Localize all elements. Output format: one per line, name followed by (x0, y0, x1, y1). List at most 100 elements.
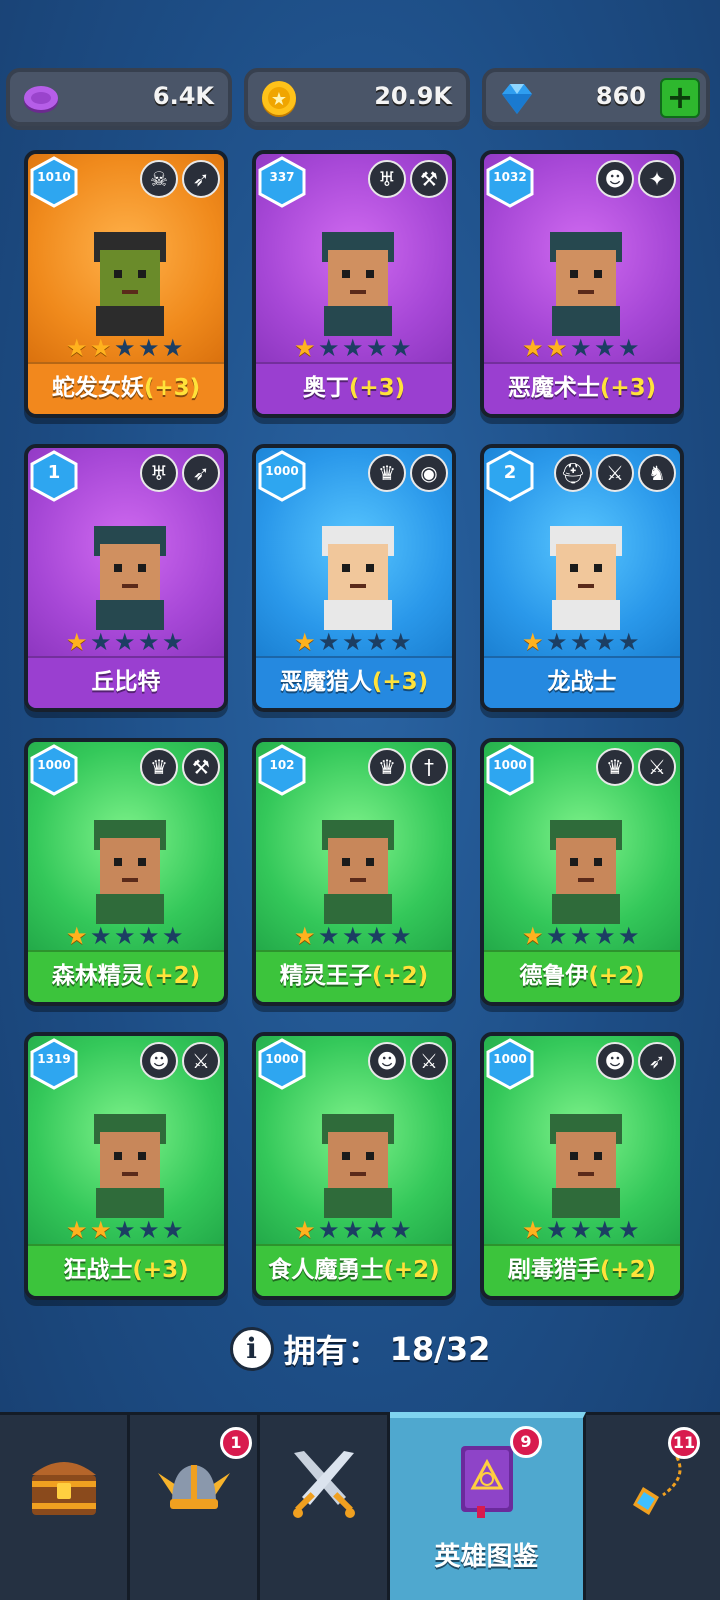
star-empty-icon: ★ (390, 922, 412, 950)
nav-battle[interactable] (260, 1415, 390, 1600)
star-empty-icon: ★ (570, 922, 592, 950)
star-empty-icon: ★ (138, 1216, 160, 1244)
hero-stars: ★ ★ ★ ★ ★ (66, 630, 186, 656)
hero-level: 1000 (265, 1052, 299, 1066)
hero-stars: ★ ★ ★ ★ ★ (66, 924, 186, 950)
hero-card[interactable]: 2 ⛑ ⚔ ♞ ★ ★ ★ ★ ★ 龙战士 (480, 444, 684, 712)
nav-hero-collection[interactable]: 9 英雄图鉴 (390, 1412, 586, 1600)
elf-icon: ♛ (140, 748, 178, 786)
star-empty-icon: ★ (366, 922, 388, 950)
owned-counter: i 拥有： 18/32 (0, 1320, 720, 1382)
hero-level-badge: 1 (30, 450, 78, 502)
elf-icon: ♛ (368, 454, 406, 492)
nav-shop[interactable] (0, 1415, 130, 1600)
star-empty-icon: ★ (390, 628, 412, 656)
nav-equipment[interactable]: 11 (586, 1415, 720, 1600)
hero-level-badge: 1000 (258, 450, 306, 502)
star-filled-icon: ★ (522, 922, 544, 950)
star-empty-icon: ★ (162, 1216, 184, 1244)
sword-icon: ⚔ (410, 1042, 448, 1080)
chest-icon (31, 1462, 96, 1515)
hero-card[interactable]: 337 ♅ ⚒ ★ ★ ★ ★ ★ 奥丁(+3) (252, 150, 456, 418)
hero-name: 奥丁 (302, 375, 349, 401)
hero-name: 蛇发女妖 (51, 375, 144, 401)
star-empty-icon: ★ (318, 922, 340, 950)
hero-bonus: (+2) (383, 1257, 440, 1283)
hero-level-badge: 1319 (30, 1038, 78, 1090)
star-filled-icon: ★ (90, 1216, 112, 1244)
star-filled-icon: ★ (90, 334, 112, 362)
hero-portrait (550, 1114, 622, 1218)
gem-icon (502, 84, 532, 114)
ogre-icon: ☻ (596, 160, 634, 198)
star-empty-icon: ★ (366, 628, 388, 656)
add-gems-button[interactable]: + (660, 78, 700, 118)
nav-badge: 9 (510, 1426, 542, 1458)
gold-currency[interactable]: ★ 20.9K (244, 68, 470, 130)
hero-name: 丘比特 (91, 669, 161, 695)
star-empty-icon: ★ (90, 922, 112, 950)
hero-card[interactable]: 102 ♛ † ★ ★ ★ ★ ★ 精灵王子(+2) (252, 738, 456, 1006)
hero-card[interactable]: 1319 ☻ ⚔ ★ ★ ★ ★ ★ 狂战士(+3) (24, 1032, 228, 1300)
star-empty-icon: ★ (318, 1216, 340, 1244)
hero-card[interactable]: 1000 ♛ ⚔ ★ ★ ★ ★ ★ 德鲁伊(+2) (480, 738, 684, 1006)
hammer-icon: ⚒ (410, 160, 448, 198)
hero-card[interactable]: 1 ♅ ➶ ★ ★ ★ ★ ★ 丘比特 (24, 444, 228, 712)
star-empty-icon: ★ (594, 1216, 616, 1244)
eye-icon: ◉ (410, 454, 448, 492)
hero-name-bar: 剧毒猎手(+2) (484, 1244, 680, 1296)
star-empty-icon: ★ (390, 334, 412, 362)
hero-name: 龙战士 (547, 669, 617, 695)
hero-card[interactable]: 1000 ♛ ◉ ★ ★ ★ ★ ★ 恶魔猎人(+3) (252, 444, 456, 712)
hero-portrait (322, 820, 394, 924)
hero-stars: ★ ★ ★ ★ ★ (294, 1218, 414, 1244)
star-filled-icon: ★ (294, 628, 316, 656)
bow-icon: ➶ (182, 160, 220, 198)
hero-card[interactable]: 1032 ☻ ✦ ★ ★ ★ ★ ★ 恶魔术士(+3) (480, 150, 684, 418)
star-empty-icon: ★ (138, 628, 160, 656)
star-empty-icon: ★ (594, 628, 616, 656)
hero-bonus: (+2) (143, 963, 201, 989)
nav-heroes-upgrade[interactable]: 1 (130, 1415, 260, 1600)
purple-currency[interactable]: 6.4K (6, 68, 232, 130)
purple-coin-icon (24, 86, 58, 113)
hero-name: 森林精灵 (51, 963, 144, 989)
hero-bonus: (+3) (371, 669, 429, 695)
star-empty-icon: ★ (342, 628, 364, 656)
hero-name-bar: 食人魔勇士(+2) (256, 1244, 452, 1296)
owned-value: 18/32 (389, 1330, 491, 1368)
wings-icon: ♅ (140, 454, 178, 492)
hero-level: 1319 (37, 1052, 71, 1066)
star-empty-icon: ★ (162, 628, 184, 656)
hero-card[interactable]: 1010 ☠ ➶ ★ ★ ★ ★ ★ 蛇发女妖(+3) (24, 150, 228, 418)
hero-stars: ★ ★ ★ ★ ★ (294, 630, 414, 656)
ogre-icon: ☻ (140, 1042, 178, 1080)
hero-level: 1000 (493, 758, 527, 772)
hero-stars: ★ ★ ★ ★ ★ (522, 924, 642, 950)
hero-level: 1 (47, 462, 61, 483)
hero-card[interactable]: 1000 ♛ ⚒ ★ ★ ★ ★ ★ 森林精灵(+2) (24, 738, 228, 1006)
hero-name: 精灵王子 (279, 963, 372, 989)
star-empty-icon: ★ (366, 1216, 388, 1244)
hero-level-badge: 1000 (486, 744, 534, 796)
star-empty-icon: ★ (546, 1216, 568, 1244)
star-empty-icon: ★ (114, 628, 136, 656)
star-empty-icon: ★ (114, 1216, 136, 1244)
hammer-icon: ⚒ (182, 748, 220, 786)
star-empty-icon: ★ (594, 334, 616, 362)
elf-icon: ♛ (368, 748, 406, 786)
hero-portrait (550, 526, 622, 630)
hero-level: 102 (269, 758, 295, 772)
hero-name: 剧毒猎手 (507, 1257, 600, 1283)
star-empty-icon: ★ (366, 334, 388, 362)
hero-portrait (322, 1114, 394, 1218)
info-icon[interactable]: i (229, 1327, 274, 1371)
hero-portrait (94, 232, 166, 336)
hero-card[interactable]: 1000 ☻ ⚔ ★ ★ ★ ★ ★ 食人魔勇士(+2) (252, 1032, 456, 1300)
hero-name: 狂战士 (63, 1257, 133, 1283)
hero-name-bar: 丘比特 (28, 656, 224, 708)
gem-currency[interactable]: 860 + (482, 68, 710, 130)
hero-name-bar: 龙战士 (484, 656, 680, 708)
hero-card[interactable]: 1000 ☻ ➶ ★ ★ ★ ★ ★ 剧毒猎手(+2) (480, 1032, 684, 1300)
star-filled-icon: ★ (522, 1216, 544, 1244)
